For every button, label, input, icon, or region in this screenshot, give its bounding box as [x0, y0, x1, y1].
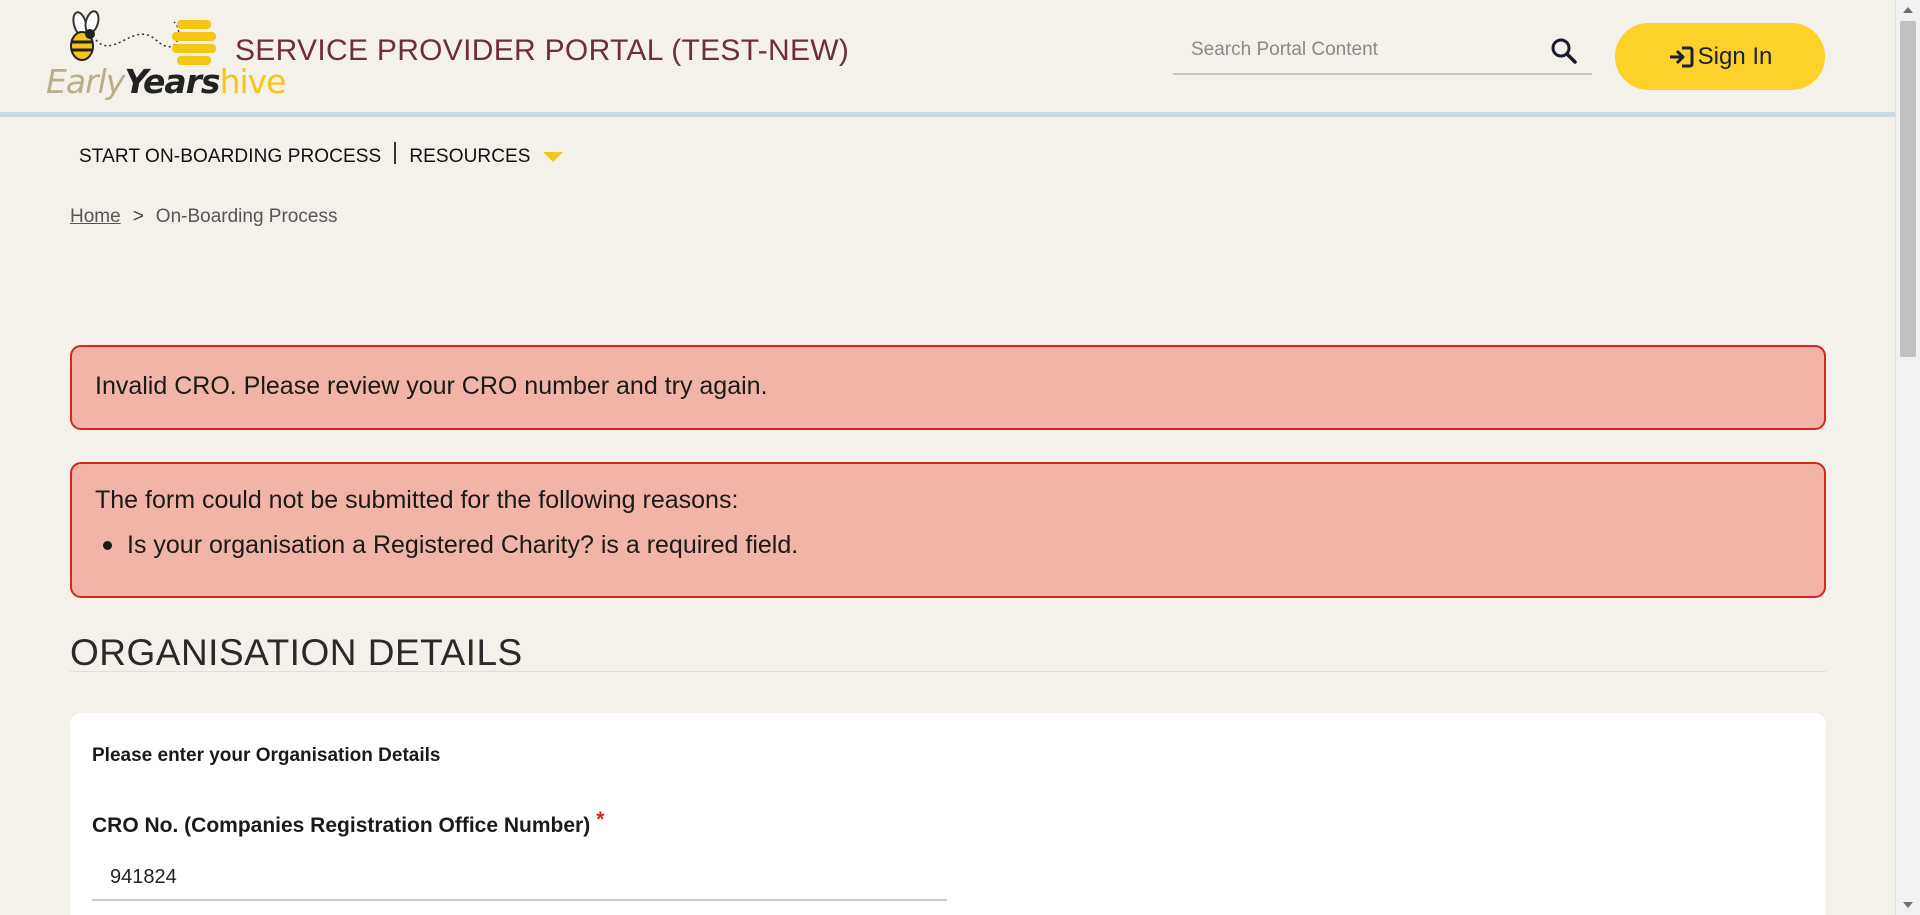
breadcrumb-home-link[interactable]: Home: [70, 206, 121, 228]
form-error-alert: The form could not be submitted for the …: [70, 462, 1826, 598]
organisation-details-card: Please enter your Organisation Details C…: [70, 713, 1826, 915]
section-divider: [70, 671, 1826, 672]
sign-in-button[interactable]: Sign In: [1615, 23, 1825, 90]
nav-divider: [394, 142, 397, 164]
bee-logo-icon: [70, 10, 216, 65]
search-input[interactable]: [1173, 28, 1533, 72]
cro-error-alert: Invalid CRO. Please review your CRO numb…: [70, 345, 1826, 430]
breadcrumb: Home > On-Boarding Process: [70, 206, 337, 228]
cro-number-label: CRO No. (Companies Registration Office N…: [92, 808, 604, 838]
search-box: [1173, 28, 1592, 75]
scroll-down-arrow-icon[interactable]: [1903, 902, 1913, 908]
main-nav: START ON-BOARDING PROCESS RESOURCES: [79, 142, 563, 171]
form-error-item-text: Is your organisation a Registered Charit…: [127, 531, 799, 559]
form-error-item: Is your organisation a Registered Charit…: [103, 531, 1801, 560]
nav-item-resources[interactable]: RESOURCES: [409, 146, 530, 168]
early-years-hive-logo[interactable]: EarlyYearshive: [44, 10, 286, 101]
scroll-up-arrow-icon[interactable]: [1903, 7, 1913, 13]
logo-word-early: Early: [46, 62, 125, 101]
sign-in-icon: [1669, 46, 1694, 67]
page-scrollbar[interactable]: [1895, 0, 1920, 915]
portal-title: SERVICE PROVIDER PORTAL (TEST-NEW): [235, 34, 850, 67]
form-error-heading: The form could not be submitted for the …: [95, 486, 739, 514]
bullet-icon: [103, 541, 112, 550]
card-intro-text: Please enter your Organisation Details: [92, 745, 441, 766]
required-marker: *: [596, 808, 605, 831]
scrollbar-thumb[interactable]: [1900, 21, 1916, 357]
search-button[interactable]: [1550, 37, 1578, 65]
breadcrumb-separator: >: [132, 206, 144, 227]
section-title: ORGANISATION DETAILS: [70, 632, 523, 673]
cro-number-input[interactable]: [92, 856, 947, 901]
cro-number-label-text: CRO No. (Companies Registration Office N…: [92, 814, 591, 837]
cro-error-message: Invalid CRO. Please review your CRO numb…: [95, 372, 768, 400]
form-error-list: Is your organisation a Registered Charit…: [103, 531, 1801, 560]
sign-in-label: Sign In: [1697, 42, 1773, 70]
breadcrumb-current: On-Boarding Process: [155, 206, 338, 227]
caret-down-icon[interactable]: [542, 152, 563, 162]
logo-word-years: Years: [124, 62, 220, 101]
nav-item-start-onboarding[interactable]: START ON-BOARDING PROCESS: [79, 146, 381, 168]
site-header: EarlyYearshive SERVICE PROVIDER PORTAL (…: [0, 0, 1895, 117]
search-icon: [1551, 38, 1577, 64]
